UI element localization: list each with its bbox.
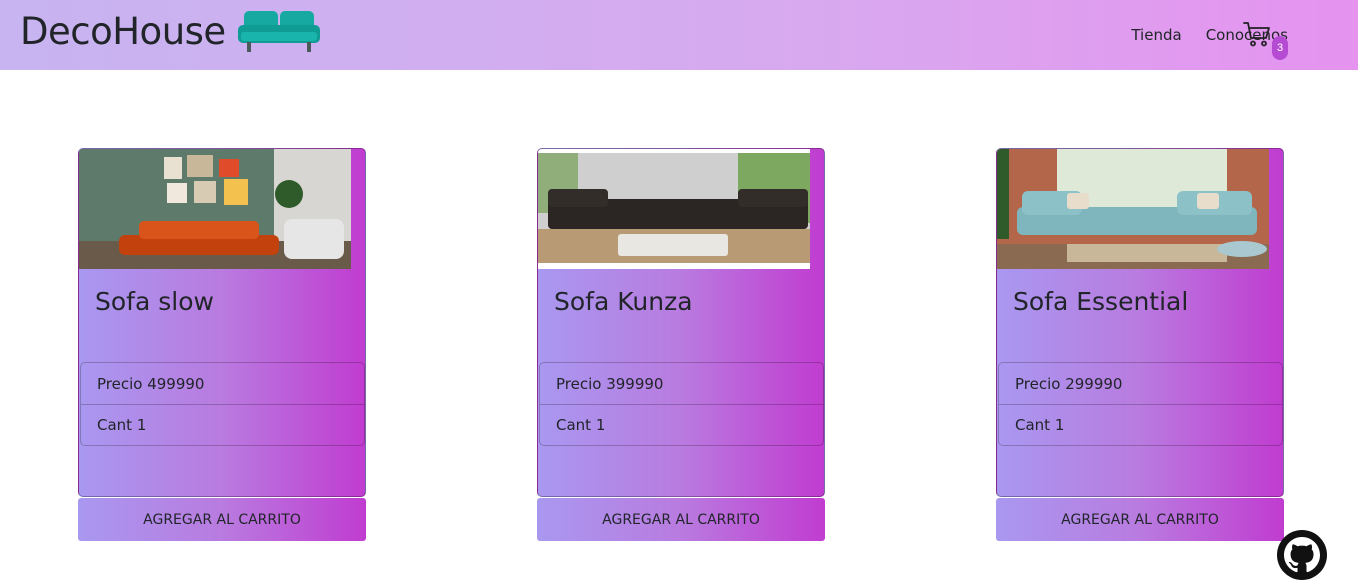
product-title: Sofa Essential bbox=[1013, 287, 1189, 316]
product-card: Sofa Essential Precio 299990 Cant 1 bbox=[996, 148, 1284, 497]
product-price: Precio 299990 bbox=[1015, 374, 1123, 393]
product-card: Sofa Kunza Precio 399990 Cant 1 bbox=[537, 148, 825, 497]
product-details: Precio 299990 Cant 1 bbox=[998, 362, 1283, 446]
github-icon bbox=[1284, 537, 1320, 573]
sofa-icon bbox=[237, 11, 320, 52]
brand-name: DecoHouse bbox=[20, 9, 226, 53]
cart-count-badge: 3 bbox=[1272, 36, 1288, 60]
product-details: Precio 399990 Cant 1 bbox=[539, 362, 824, 446]
navbar: DecoHouse Tienda Conocenos 3 bbox=[0, 0, 1358, 70]
nav-link-tienda[interactable]: Tienda bbox=[1131, 26, 1181, 44]
brand-link[interactable]: DecoHouse bbox=[20, 8, 320, 54]
product-details: Precio 499990 Cant 1 bbox=[80, 362, 365, 446]
add-to-cart-button[interactable]: AGREGAR AL CARRITO bbox=[996, 498, 1284, 541]
product-quantity: Cant 1 bbox=[999, 404, 1282, 445]
product-quantity: Cant 1 bbox=[540, 404, 823, 445]
product-price: Precio 499990 bbox=[97, 374, 205, 393]
product-image bbox=[538, 149, 810, 269]
product-quantity: Cant 1 bbox=[81, 404, 364, 445]
product-image bbox=[79, 149, 351, 269]
add-to-cart-button[interactable]: AGREGAR AL CARRITO bbox=[78, 498, 366, 541]
github-link[interactable] bbox=[1277, 530, 1327, 580]
product-image bbox=[997, 149, 1269, 269]
product-title: Sofa Kunza bbox=[554, 287, 693, 316]
cart-icon bbox=[1243, 22, 1270, 47]
product-price: Precio 399990 bbox=[556, 374, 664, 393]
cart-button[interactable]: 3 bbox=[1243, 20, 1293, 64]
product-card: Sofa slow Precio 499990 Cant 1 bbox=[78, 148, 366, 497]
add-to-cart-button[interactable]: AGREGAR AL CARRITO bbox=[537, 498, 825, 541]
product-title: Sofa slow bbox=[95, 287, 214, 316]
